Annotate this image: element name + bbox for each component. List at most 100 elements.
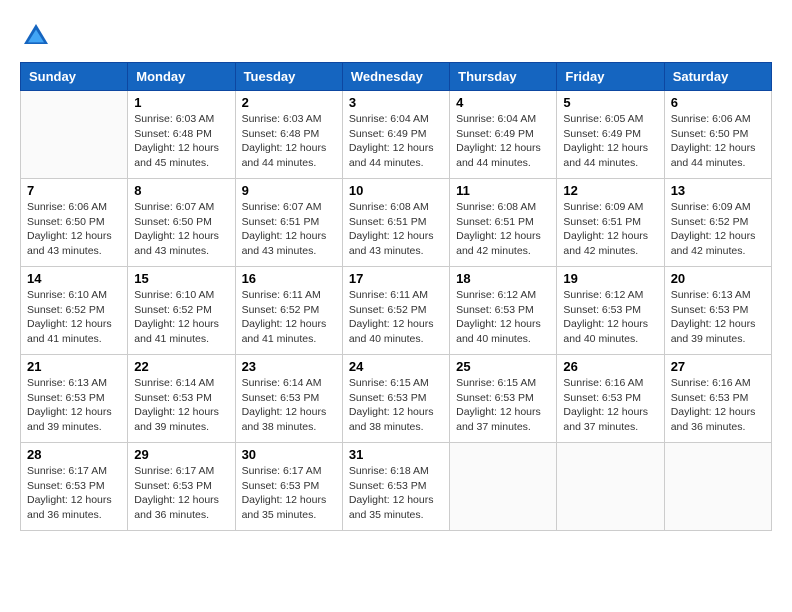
daylight-text: Daylight: 12 hours and 44 minutes. [563, 142, 648, 169]
sunrise-text: Sunrise: 6:03 AM [242, 113, 322, 125]
day-info: Sunrise: 6:15 AM Sunset: 6:53 PM Dayligh… [349, 376, 443, 435]
sunrise-text: Sunrise: 6:18 AM [349, 465, 429, 477]
date-number: 21 [27, 359, 121, 374]
date-number: 25 [456, 359, 550, 374]
day-header-row: SundayMondayTuesdayWednesdayThursdayFrid… [21, 63, 772, 91]
calendar-cell: 17 Sunrise: 6:11 AM Sunset: 6:52 PM Dayl… [342, 267, 449, 355]
day-header-friday: Friday [557, 63, 664, 91]
sunset-text: Sunset: 6:53 PM [27, 392, 105, 404]
sunrise-text: Sunrise: 6:11 AM [242, 289, 321, 301]
week-row-1: 1 Sunrise: 6:03 AM Sunset: 6:48 PM Dayli… [21, 91, 772, 179]
date-number: 31 [349, 447, 443, 462]
daylight-text: Daylight: 12 hours and 40 minutes. [456, 318, 541, 345]
date-number: 16 [242, 271, 336, 286]
sunrise-text: Sunrise: 6:17 AM [134, 465, 214, 477]
date-number: 22 [134, 359, 228, 374]
sunrise-text: Sunrise: 6:07 AM [134, 201, 214, 213]
sunrise-text: Sunrise: 6:13 AM [27, 377, 107, 389]
day-info: Sunrise: 6:09 AM Sunset: 6:51 PM Dayligh… [563, 200, 657, 259]
calendar-cell: 28 Sunrise: 6:17 AM Sunset: 6:53 PM Dayl… [21, 443, 128, 531]
daylight-text: Daylight: 12 hours and 36 minutes. [671, 406, 756, 433]
sunset-text: Sunset: 6:53 PM [242, 392, 320, 404]
logo-icon [20, 20, 52, 52]
sunrise-text: Sunrise: 6:07 AM [242, 201, 322, 213]
calendar-cell: 26 Sunrise: 6:16 AM Sunset: 6:53 PM Dayl… [557, 355, 664, 443]
day-info: Sunrise: 6:10 AM Sunset: 6:52 PM Dayligh… [134, 288, 228, 347]
calendar-cell: 6 Sunrise: 6:06 AM Sunset: 6:50 PM Dayli… [664, 91, 771, 179]
date-number: 12 [563, 183, 657, 198]
sunset-text: Sunset: 6:52 PM [27, 304, 105, 316]
daylight-text: Daylight: 12 hours and 40 minutes. [563, 318, 648, 345]
daylight-text: Daylight: 12 hours and 42 minutes. [456, 230, 541, 257]
sunset-text: Sunset: 6:53 PM [134, 480, 212, 492]
date-number: 9 [242, 183, 336, 198]
sunset-text: Sunset: 6:53 PM [563, 392, 641, 404]
calendar-cell: 12 Sunrise: 6:09 AM Sunset: 6:51 PM Dayl… [557, 179, 664, 267]
sunrise-text: Sunrise: 6:13 AM [671, 289, 751, 301]
sunset-text: Sunset: 6:49 PM [563, 128, 641, 140]
sunset-text: Sunset: 6:48 PM [134, 128, 212, 140]
calendar-cell: 4 Sunrise: 6:04 AM Sunset: 6:49 PM Dayli… [450, 91, 557, 179]
calendar-cell: 25 Sunrise: 6:15 AM Sunset: 6:53 PM Dayl… [450, 355, 557, 443]
daylight-text: Daylight: 12 hours and 41 minutes. [242, 318, 327, 345]
sunrise-text: Sunrise: 6:08 AM [456, 201, 536, 213]
sunrise-text: Sunrise: 6:16 AM [671, 377, 751, 389]
date-number: 4 [456, 95, 550, 110]
date-number: 18 [456, 271, 550, 286]
daylight-text: Daylight: 12 hours and 43 minutes. [27, 230, 112, 257]
sunrise-text: Sunrise: 6:05 AM [563, 113, 643, 125]
sunrise-text: Sunrise: 6:12 AM [563, 289, 643, 301]
sunrise-text: Sunrise: 6:04 AM [349, 113, 429, 125]
date-number: 29 [134, 447, 228, 462]
daylight-text: Daylight: 12 hours and 40 minutes. [349, 318, 434, 345]
week-row-5: 28 Sunrise: 6:17 AM Sunset: 6:53 PM Dayl… [21, 443, 772, 531]
sunset-text: Sunset: 6:52 PM [349, 304, 427, 316]
daylight-text: Daylight: 12 hours and 38 minutes. [242, 406, 327, 433]
calendar-cell: 31 Sunrise: 6:18 AM Sunset: 6:53 PM Dayl… [342, 443, 449, 531]
day-info: Sunrise: 6:16 AM Sunset: 6:53 PM Dayligh… [671, 376, 765, 435]
sunrise-text: Sunrise: 6:06 AM [27, 201, 107, 213]
calendar-cell [450, 443, 557, 531]
daylight-text: Daylight: 12 hours and 43 minutes. [242, 230, 327, 257]
day-info: Sunrise: 6:11 AM Sunset: 6:52 PM Dayligh… [349, 288, 443, 347]
daylight-text: Daylight: 12 hours and 39 minutes. [27, 406, 112, 433]
week-row-3: 14 Sunrise: 6:10 AM Sunset: 6:52 PM Dayl… [21, 267, 772, 355]
daylight-text: Daylight: 12 hours and 39 minutes. [671, 318, 756, 345]
day-info: Sunrise: 6:14 AM Sunset: 6:53 PM Dayligh… [134, 376, 228, 435]
sunrise-text: Sunrise: 6:06 AM [671, 113, 751, 125]
daylight-text: Daylight: 12 hours and 36 minutes. [27, 494, 112, 521]
page-header [20, 20, 772, 52]
sunset-text: Sunset: 6:52 PM [242, 304, 320, 316]
daylight-text: Daylight: 12 hours and 41 minutes. [134, 318, 219, 345]
date-number: 11 [456, 183, 550, 198]
sunrise-text: Sunrise: 6:10 AM [27, 289, 107, 301]
day-info: Sunrise: 6:07 AM Sunset: 6:50 PM Dayligh… [134, 200, 228, 259]
sunrise-text: Sunrise: 6:03 AM [134, 113, 214, 125]
sunset-text: Sunset: 6:48 PM [242, 128, 320, 140]
date-number: 26 [563, 359, 657, 374]
day-info: Sunrise: 6:13 AM Sunset: 6:53 PM Dayligh… [671, 288, 765, 347]
date-number: 20 [671, 271, 765, 286]
daylight-text: Daylight: 12 hours and 37 minutes. [563, 406, 648, 433]
sunrise-text: Sunrise: 6:09 AM [563, 201, 643, 213]
calendar-cell: 7 Sunrise: 6:06 AM Sunset: 6:50 PM Dayli… [21, 179, 128, 267]
sunrise-text: Sunrise: 6:04 AM [456, 113, 536, 125]
sunset-text: Sunset: 6:52 PM [671, 216, 749, 228]
day-info: Sunrise: 6:12 AM Sunset: 6:53 PM Dayligh… [456, 288, 550, 347]
calendar-cell: 20 Sunrise: 6:13 AM Sunset: 6:53 PM Dayl… [664, 267, 771, 355]
date-number: 7 [27, 183, 121, 198]
sunrise-text: Sunrise: 6:08 AM [349, 201, 429, 213]
logo [20, 20, 56, 52]
sunrise-text: Sunrise: 6:15 AM [349, 377, 429, 389]
date-number: 2 [242, 95, 336, 110]
day-info: Sunrise: 6:08 AM Sunset: 6:51 PM Dayligh… [456, 200, 550, 259]
sunset-text: Sunset: 6:49 PM [349, 128, 427, 140]
sunset-text: Sunset: 6:53 PM [456, 392, 534, 404]
day-info: Sunrise: 6:04 AM Sunset: 6:49 PM Dayligh… [456, 112, 550, 171]
day-info: Sunrise: 6:13 AM Sunset: 6:53 PM Dayligh… [27, 376, 121, 435]
calendar-cell: 27 Sunrise: 6:16 AM Sunset: 6:53 PM Dayl… [664, 355, 771, 443]
date-number: 28 [27, 447, 121, 462]
daylight-text: Daylight: 12 hours and 45 minutes. [134, 142, 219, 169]
calendar-cell: 21 Sunrise: 6:13 AM Sunset: 6:53 PM Dayl… [21, 355, 128, 443]
day-info: Sunrise: 6:16 AM Sunset: 6:53 PM Dayligh… [563, 376, 657, 435]
